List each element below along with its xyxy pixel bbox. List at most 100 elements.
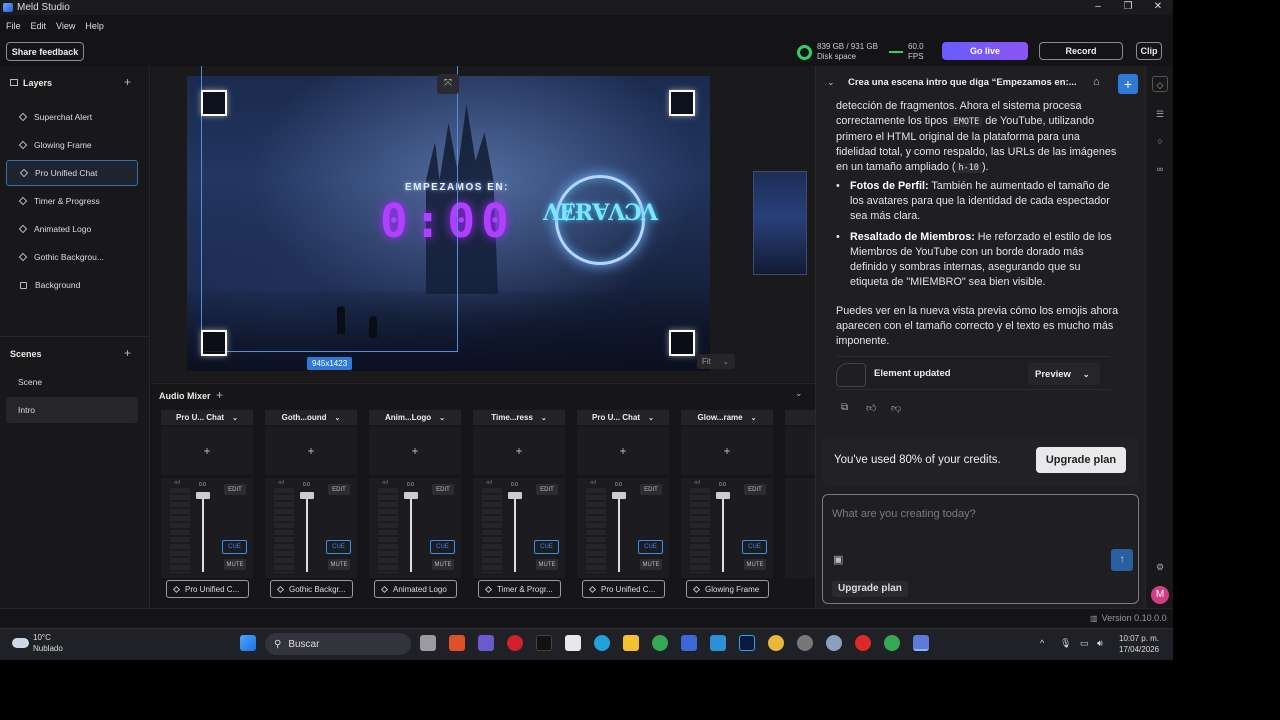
menu-view[interactable]: View — [56, 21, 75, 31]
layer-item-selected[interactable]: Pro Unified Chat — [6, 160, 138, 186]
chrome-icon[interactable] — [652, 635, 668, 651]
channel-header[interactable]: Pro U... Chat ⌄ — [577, 410, 669, 425]
preview-button[interactable]: Preview ⌄ — [1028, 363, 1100, 385]
menu-edit[interactable]: Edit — [31, 21, 47, 31]
microphone-icon[interactable]: 🎙︎ — [1060, 638, 1071, 649]
menu-help[interactable]: Help — [85, 21, 104, 31]
channel-source-button[interactable]: Pro Unified C... — [166, 580, 249, 598]
cue-button[interactable]: CUE — [638, 540, 663, 554]
app-icon[interactable] — [797, 635, 813, 651]
upgrade-plan-chip[interactable]: Upgrade plan — [832, 581, 908, 597]
scene-item-selected[interactable]: Intro — [6, 397, 138, 423]
edit-button[interactable]: EDIT — [432, 484, 454, 495]
prompt-input[interactable] — [832, 506, 1122, 522]
add-filter-button[interactable]: + — [161, 427, 253, 475]
layer-item[interactable]: Superchat Alert — [6, 104, 138, 130]
magic-wand-icon[interactable]: ⤧ — [437, 74, 459, 94]
image-attach-icon[interactable]: ▣ — [833, 553, 843, 566]
add-audio-button[interactable]: + — [216, 388, 223, 402]
volume-fader-track[interactable] — [618, 492, 620, 572]
mute-button[interactable]: MUTE — [224, 559, 246, 570]
scene-item[interactable]: Scene — [6, 369, 138, 395]
thumbs-down-icon[interactable]: 👎︎ — [891, 402, 901, 414]
channel-source-button[interactable]: Animated Logo — [374, 580, 457, 598]
volume-fader-knob[interactable] — [196, 492, 210, 499]
weather-widget[interactable]: 10°C Nublado — [12, 632, 63, 654]
thumbs-up-icon[interactable]: 👍︎ — [866, 402, 876, 414]
upgrade-plan-button[interactable]: Upgrade plan — [1036, 447, 1126, 473]
add-filter-button[interactable]: + — [473, 427, 565, 475]
cue-button[interactable]: CUE — [326, 540, 351, 554]
cue-button[interactable]: CUE — [430, 540, 455, 554]
selection-box[interactable] — [201, 66, 458, 352]
edge-icon[interactable] — [594, 635, 610, 651]
add-filter-button[interactable]: + — [265, 427, 357, 475]
chevron-up-icon[interactable]: ^ — [1040, 638, 1044, 648]
fit-select[interactable]: Fit ⌄ — [697, 354, 735, 369]
task-view-icon[interactable] — [420, 635, 436, 651]
layer-item[interactable]: Gothic Backgrou... — [6, 244, 138, 270]
channel-header[interactable]: Glow...rame ⌄ — [681, 410, 773, 425]
copy-icon[interactable]: ⧉ — [841, 402, 848, 413]
add-filter-button[interactable]: + — [369, 427, 461, 475]
teams-icon[interactable] — [478, 635, 494, 651]
close-window-button[interactable]: ✕ — [1143, 0, 1173, 15]
volume-fader-track[interactable] — [306, 492, 308, 572]
collapse-mixer-icon[interactable]: ⌄ — [795, 388, 803, 399]
send-button[interactable]: ↑ — [1111, 549, 1133, 571]
volume-fader-knob[interactable] — [300, 492, 314, 499]
mute-button[interactable]: MUTE — [640, 559, 662, 570]
network-icon[interactable]: ▭ — [1080, 638, 1089, 649]
cue-button[interactable]: CUE — [222, 540, 247, 554]
tiktok-icon[interactable] — [536, 635, 552, 651]
volume-fader-knob[interactable] — [716, 492, 730, 499]
menu-file[interactable]: File — [6, 21, 21, 31]
volume-icon[interactable]: 🔊︎ — [1097, 638, 1103, 649]
layer-properties-icon[interactable]: ◇ — [1152, 76, 1168, 92]
mute-button[interactable]: MUTE — [432, 559, 454, 570]
edit-button[interactable]: EDIT — [328, 484, 350, 495]
mute-button[interactable]: MUTE — [328, 559, 350, 570]
store-icon[interactable] — [565, 635, 581, 651]
new-chat-button[interactable]: + — [1118, 74, 1138, 94]
minimize-button[interactable]: – — [1083, 0, 1113, 15]
channel-source-button[interactable]: Pro Unified C... — [582, 580, 665, 598]
photos-icon[interactable] — [710, 635, 726, 651]
mute-button[interactable]: MUTE — [744, 559, 766, 570]
share-feedback-button[interactable]: Share feedback — [6, 42, 84, 61]
clip-button[interactable]: Clip — [1136, 42, 1162, 60]
add-filter-button[interactable]: + — [681, 427, 773, 475]
settings-app-icon[interactable] — [826, 635, 842, 651]
sliders-icon[interactable]: ☰ — [1152, 106, 1168, 122]
taskbar-search[interactable]: ⚲ Buscar — [265, 633, 411, 655]
home-icon[interactable]: ⌂ — [1093, 76, 1100, 88]
chat-bubble-icon[interactable]: ○ — [1152, 133, 1168, 149]
volume-fader-knob[interactable] — [612, 492, 626, 499]
add-layer-button[interactable]: + — [124, 75, 131, 89]
edit-button[interactable]: EDIT — [224, 484, 246, 495]
layer-item[interactable]: Glowing Frame — [6, 132, 138, 158]
channel-header[interactable]: Time...ress ⌄ — [473, 410, 565, 425]
link-icon[interactable]: ∞ — [1152, 161, 1168, 177]
chevron-down-icon[interactable]: ⌄ — [827, 77, 835, 88]
meld-studio-taskbar-icon[interactable] — [913, 635, 929, 651]
layer-item[interactable]: Background — [6, 272, 138, 298]
channel-header[interactable]: Pro U... Chat ⌄ — [161, 410, 253, 425]
edit-button[interactable]: EDIT — [640, 484, 662, 495]
volume-fader-track[interactable] — [722, 492, 724, 572]
mute-button[interactable]: MUTE — [536, 559, 558, 570]
chrome-icon[interactable] — [884, 635, 900, 651]
edit-button[interactable]: EDIT — [536, 484, 558, 495]
go-live-button[interactable]: Go live — [942, 42, 1028, 60]
add-filter-button[interactable]: + — [577, 427, 669, 475]
cue-button[interactable]: CUE — [534, 540, 559, 554]
chrome-profile-icon[interactable] — [768, 635, 784, 651]
record-app-icon[interactable] — [855, 635, 871, 651]
volume-fader-knob[interactable] — [508, 492, 522, 499]
settings-icon[interactable]: ⚙ — [1152, 559, 1168, 575]
volume-fader-track[interactable] — [514, 492, 516, 572]
cue-button[interactable]: CUE — [742, 540, 767, 554]
layer-item[interactable]: Timer & Progress — [6, 188, 138, 214]
vertical-preview-thumbnail[interactable] — [753, 171, 807, 275]
channel-source-button[interactable]: Gothic Backgr... — [270, 580, 353, 598]
